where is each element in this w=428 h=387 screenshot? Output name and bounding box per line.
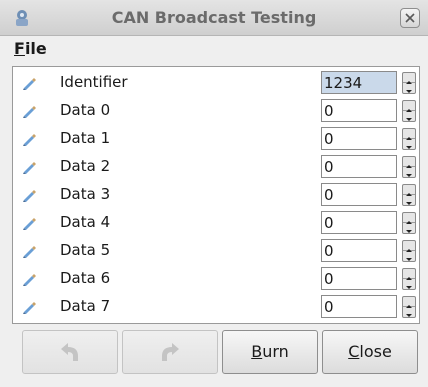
field-row: Data 4 bbox=[13, 209, 419, 236]
data-7-input[interactable] bbox=[321, 295, 397, 318]
field-label: Data 5 bbox=[60, 241, 111, 259]
edit-icon bbox=[23, 190, 36, 202]
spin-up-button[interactable] bbox=[403, 73, 415, 84]
data-2-input[interactable] bbox=[321, 155, 397, 178]
data-3-input[interactable] bbox=[321, 183, 397, 206]
redo-icon bbox=[162, 343, 179, 361]
arrow-down-icon bbox=[406, 118, 412, 121]
spin-down-button[interactable] bbox=[403, 279, 415, 289]
edit-icon bbox=[23, 274, 36, 286]
edit-icon bbox=[23, 162, 36, 174]
field-row: Identifier bbox=[13, 69, 419, 96]
field-label: Data 7 bbox=[60, 297, 111, 315]
arrow-down-icon bbox=[406, 90, 412, 93]
window-close-button[interactable] bbox=[400, 8, 420, 28]
spin-down-button[interactable] bbox=[403, 111, 415, 121]
data-6-input[interactable] bbox=[321, 267, 397, 290]
spin-up-button[interactable] bbox=[403, 269, 415, 280]
arrow-down-icon bbox=[406, 258, 412, 261]
spin-up-button[interactable] bbox=[403, 297, 415, 308]
data-6-spinner[interactable] bbox=[402, 268, 416, 290]
spin-down-button[interactable] bbox=[403, 139, 415, 149]
field-label: Data 6 bbox=[60, 269, 111, 287]
spin-down-button[interactable] bbox=[403, 223, 415, 233]
spin-down-button[interactable] bbox=[403, 167, 415, 177]
edit-icon bbox=[23, 218, 36, 230]
close-mnemonic: C bbox=[348, 342, 360, 361]
arrow-down-icon bbox=[406, 202, 412, 205]
close-button[interactable]: Close bbox=[322, 330, 418, 374]
window-title: CAN Broadcast Testing bbox=[111, 8, 317, 27]
identifier-input[interactable] bbox=[321, 71, 397, 94]
menu-file-mnemonic: F bbox=[14, 39, 25, 58]
arrow-down-icon bbox=[406, 146, 412, 149]
field-list: Identifier Data 0 Data 1 Data 2 bbox=[12, 66, 420, 324]
spin-up-button[interactable] bbox=[403, 185, 415, 196]
field-row: Data 3 bbox=[13, 181, 419, 208]
data-0-spinner[interactable] bbox=[402, 100, 416, 122]
undo-icon bbox=[61, 343, 78, 361]
spin-down-button[interactable] bbox=[403, 83, 415, 93]
field-label: Data 0 bbox=[60, 101, 111, 119]
spin-up-button[interactable] bbox=[403, 157, 415, 168]
close-icon bbox=[405, 13, 415, 23]
data-4-input[interactable] bbox=[321, 211, 397, 234]
field-row: Data 6 bbox=[13, 265, 419, 292]
menu-bar: File bbox=[0, 36, 428, 62]
field-row: Data 0 bbox=[13, 97, 419, 124]
field-row: Data 7 bbox=[13, 293, 419, 320]
field-label: Data 1 bbox=[60, 129, 111, 147]
close-label-rest: lose bbox=[359, 342, 392, 361]
spin-up-button[interactable] bbox=[403, 129, 415, 140]
menu-file-rest: ile bbox=[24, 39, 47, 58]
spin-up-button[interactable] bbox=[403, 241, 415, 252]
spin-up-button[interactable] bbox=[403, 213, 415, 224]
field-label: Data 2 bbox=[60, 157, 111, 175]
data-0-input[interactable] bbox=[321, 99, 397, 122]
edit-icon bbox=[23, 134, 36, 146]
redo-button[interactable] bbox=[122, 330, 218, 374]
data-5-spinner[interactable] bbox=[402, 240, 416, 262]
burn-mnemonic: B bbox=[251, 342, 263, 361]
data-3-spinner[interactable] bbox=[402, 184, 416, 206]
spin-down-button[interactable] bbox=[403, 195, 415, 205]
field-row: Data 5 bbox=[13, 237, 419, 264]
field-label: Data 4 bbox=[60, 213, 111, 231]
data-5-input[interactable] bbox=[321, 239, 397, 262]
field-label: Identifier bbox=[60, 73, 128, 91]
data-2-spinner[interactable] bbox=[402, 156, 416, 178]
undo-button[interactable] bbox=[22, 330, 118, 374]
arrow-down-icon bbox=[406, 230, 412, 233]
edit-icon bbox=[23, 246, 36, 258]
edit-icon bbox=[23, 106, 36, 118]
title-bar[interactable]: CAN Broadcast Testing bbox=[0, 0, 428, 36]
data-4-spinner[interactable] bbox=[402, 212, 416, 234]
arrow-down-icon bbox=[406, 174, 412, 177]
data-7-spinner[interactable] bbox=[402, 296, 416, 318]
burn-button[interactable]: Burn bbox=[222, 330, 318, 374]
data-1-input[interactable] bbox=[321, 127, 397, 150]
edit-icon bbox=[23, 302, 36, 314]
spin-down-button[interactable] bbox=[403, 251, 415, 261]
field-row: Data 1 bbox=[13, 125, 419, 152]
menu-file[interactable]: File bbox=[14, 39, 47, 58]
identifier-spinner[interactable] bbox=[402, 72, 416, 94]
button-bar: Burn Close bbox=[12, 330, 420, 376]
field-row: Data 2 bbox=[13, 153, 419, 180]
arrow-down-icon bbox=[406, 286, 412, 289]
arrow-down-icon bbox=[406, 314, 412, 317]
spin-down-button[interactable] bbox=[403, 307, 415, 317]
field-label: Data 3 bbox=[60, 185, 111, 203]
data-1-spinner[interactable] bbox=[402, 128, 416, 150]
burn-label-rest: urn bbox=[262, 342, 289, 361]
spin-up-button[interactable] bbox=[403, 101, 415, 112]
edit-icon bbox=[23, 78, 36, 90]
